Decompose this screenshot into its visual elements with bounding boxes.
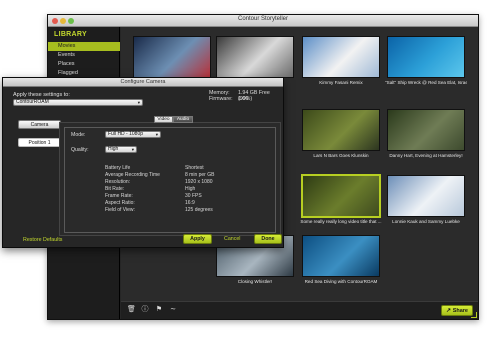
apply-to-label: Apply these settings to: <box>13 92 70 98</box>
mode-value: Full HD - 1080p <box>108 131 144 137</box>
position-button[interactable]: Position 1 <box>18 138 61 147</box>
chevron-down-icon: ▾ <box>137 100 140 105</box>
sidebar-item-places[interactable]: Places <box>48 60 120 69</box>
video-thumbnail[interactable] <box>387 36 465 78</box>
info-key: Frame Rate: <box>105 193 133 199</box>
apply-button[interactable]: Apply <box>183 234 212 244</box>
info-key: Aspect Ratio: <box>105 200 135 206</box>
info-value: 16:9 <box>185 200 195 206</box>
trim-icon[interactable]: ∼ <box>169 306 177 314</box>
share-icon: ↗ <box>446 308 452 314</box>
video-thumbnail[interactable] <box>387 175 465 217</box>
video-caption: "Salt" Ship Wreck @ Red Sea Elat, Israel <box>385 80 467 85</box>
video-thumbnail[interactable] <box>302 175 380 217</box>
info-key: Bit Rate: <box>105 186 125 192</box>
main-titlebar: Contour Storyteller <box>48 15 478 27</box>
sidebar-item-events[interactable]: Events <box>48 51 120 60</box>
resize-grip[interactable] <box>471 312 477 318</box>
info-value: Shortest <box>185 165 204 171</box>
settings-panel: Video Audio Mode: Full HD - 1080p ▾ Qual… <box>59 116 281 236</box>
restore-defaults-link[interactable]: Restore Defaults <box>23 237 62 243</box>
dialog-title: Configure Camera <box>120 79 166 85</box>
bottom-toolbar: 🗑 ⓘ ⚑ ∼ ↗ Share <box>121 301 478 319</box>
info-value: 30 FPS <box>185 193 202 199</box>
window-title: Contour Storyteller <box>237 16 289 22</box>
info-key: Field of View: <box>105 207 135 213</box>
info-value: 1920 x 1080 <box>185 179 213 185</box>
apply-to-select[interactable]: ContourROAM ▾ <box>13 99 143 106</box>
info-key: Battery Life <box>105 165 131 171</box>
video-thumbnail[interactable] <box>302 36 380 78</box>
video-thumbnail[interactable] <box>302 235 380 277</box>
info-key: Resolution: <box>105 179 131 185</box>
camera-button[interactable]: Camera <box>18 120 61 129</box>
mode-select[interactable]: Full HD - 1080p ▾ <box>105 131 161 138</box>
video-caption: Closing Whistler! <box>237 279 273 284</box>
dialog-titlebar: Configure Camera <box>3 78 283 87</box>
screen: Contour Storyteller LIBRARY Movies Event… <box>0 0 488 339</box>
firmware-label: Firmware: <box>209 96 233 102</box>
info-key: Average Recording Time <box>105 172 160 178</box>
quality-select[interactable]: High ▾ <box>105 146 137 153</box>
info-value: High <box>185 186 196 192</box>
info-value: 125 degrees <box>185 207 213 213</box>
video-caption: Lars N Bars Goes Klunskin <box>313 153 369 158</box>
share-button[interactable]: ↗ Share <box>441 305 473 316</box>
video-caption: Some really really long video title that… <box>300 219 382 224</box>
video-thumbnail[interactable] <box>133 36 211 78</box>
info-value: 8 min per GB <box>185 172 215 178</box>
info-icon[interactable]: ⓘ <box>141 306 149 314</box>
configure-camera-dialog: Configure Camera Apply these settings to… <box>2 77 284 248</box>
share-label: Share <box>452 308 468 314</box>
video-caption: Kimmy Fasani Remix <box>319 80 363 85</box>
apply-to-value: ContourROAM <box>16 99 49 105</box>
video-thumbnail[interactable] <box>216 36 294 78</box>
video-caption: Red Sea Diving with ContourROAM <box>304 279 378 284</box>
chevron-down-icon: ▾ <box>155 132 158 137</box>
cancel-button[interactable]: Cancel <box>224 236 241 242</box>
tab-audio[interactable]: Audio <box>173 116 193 123</box>
tab-video[interactable]: Video <box>154 116 173 123</box>
done-button[interactable]: Done <box>254 234 282 244</box>
flag-icon[interactable]: ⚑ <box>155 306 163 314</box>
firmware-value: 1.06 <box>238 96 249 102</box>
mode-label: Mode: <box>71 132 86 138</box>
quality-label: Quality: <box>71 147 89 153</box>
settings-box: Mode: Full HD - 1080p ▾ Quality: High ▾ … <box>64 127 276 233</box>
library-heading: LIBRARY <box>54 31 87 38</box>
video-caption: Danny Hart, Evening at Hamsterley! <box>389 153 463 158</box>
video-thumbnail[interactable] <box>387 109 465 151</box>
video-thumbnail[interactable] <box>302 109 380 151</box>
video-caption: Lonnie Kauk and Sammy Luebke <box>392 219 460 224</box>
chevron-down-icon: ▾ <box>131 147 134 152</box>
sidebar-item-movies[interactable]: Movies <box>48 42 120 51</box>
quality-value: High <box>108 146 119 152</box>
trash-icon[interactable]: 🗑 <box>127 306 136 314</box>
